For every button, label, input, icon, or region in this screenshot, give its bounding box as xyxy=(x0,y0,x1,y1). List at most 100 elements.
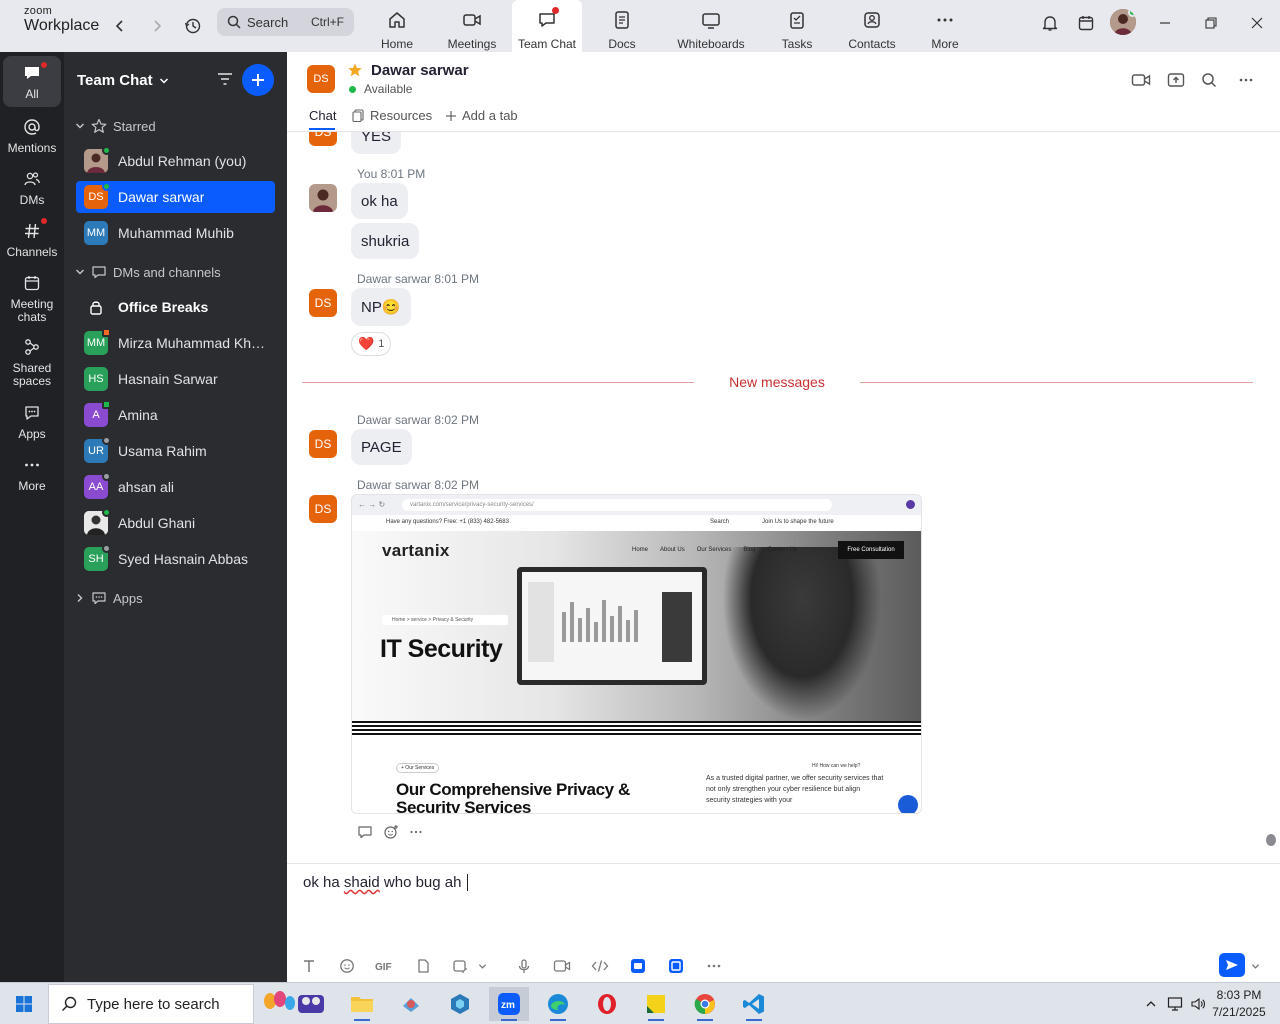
section-dms-and-channels[interactable]: DMs and channels xyxy=(75,264,221,280)
vscode-icon[interactable] xyxy=(734,987,774,1021)
sidebar-item-abdul-rehman[interactable]: Abdul Rehman (you) xyxy=(76,145,275,177)
rail-item-apps[interactable]: Apps xyxy=(0,402,64,441)
search-box[interactable]: Search Ctrl+F xyxy=(217,8,354,36)
sender-avatar[interactable]: DS xyxy=(309,289,337,317)
opera-browser-icon[interactable] xyxy=(587,987,627,1021)
sticky-notes-icon[interactable] xyxy=(636,987,676,1021)
chevron-down-icon[interactable] xyxy=(475,956,489,976)
search-highlight-icon[interactable] xyxy=(258,987,330,1021)
sidebar-item-dawar-sarwar[interactable]: DS Dawar sarwar xyxy=(76,181,275,213)
nav-tab-home[interactable]: Home xyxy=(359,0,435,52)
sidebar-item-amina[interactable]: A Amina xyxy=(76,399,275,431)
gif-icon[interactable]: GIF xyxy=(373,956,397,976)
forward-arrow-icon[interactable] xyxy=(143,12,171,40)
sidebar-item-office-breaks[interactable]: Office Breaks xyxy=(76,291,275,323)
search-icon[interactable] xyxy=(1197,70,1221,90)
file-explorer-icon[interactable] xyxy=(342,987,382,1021)
tab-chat[interactable]: Chat xyxy=(309,108,336,123)
sidebar-title[interactable]: Team Chat xyxy=(77,72,169,89)
back-arrow-icon[interactable] xyxy=(106,12,134,40)
tab-add[interactable]: Add a tab xyxy=(445,108,518,123)
sidebar-item-abdul-ghani[interactable]: Abdul Ghani xyxy=(76,507,275,539)
zoom-app-taskbar-icon[interactable]: zm xyxy=(489,987,529,1021)
new-chat-button[interactable] xyxy=(242,64,274,96)
message-bubble[interactable]: shukria xyxy=(351,223,420,259)
sidebar-item-mirza-muhammad[interactable]: MM Mirza Muhammad Khurram xyxy=(76,327,275,359)
video-message-icon[interactable] xyxy=(552,956,572,976)
sender-avatar[interactable]: DS xyxy=(309,430,337,458)
section-starred[interactable]: Starred xyxy=(75,118,156,134)
message-bubble[interactable]: YES xyxy=(351,132,402,154)
sender-avatar[interactable]: DS xyxy=(309,495,337,523)
more-options-icon[interactable] xyxy=(1234,70,1258,90)
sidebar-item-syed-hasnain-abbas[interactable]: SH Syed Hasnain Abbas xyxy=(76,543,275,575)
send-button[interactable] xyxy=(1219,953,1245,977)
nav-tab-docs[interactable]: Docs xyxy=(584,0,660,52)
chrome-browser-icon[interactable] xyxy=(685,987,725,1021)
rail-item-shared-spaces[interactable]: Shared spaces xyxy=(0,336,64,388)
scrollbar-thumb[interactable] xyxy=(1266,834,1276,846)
zoom-docs-icon[interactable] xyxy=(666,956,686,976)
taskbar-clock[interactable]: 8:03 PM 7/21/2025 xyxy=(1208,987,1270,1021)
sidebar-item-hasnain-sarwar[interactable]: HS Hasnain Sarwar xyxy=(76,363,275,395)
sidebar-item-usama-rahim[interactable]: UR Usama Rahim xyxy=(76,435,275,467)
history-icon[interactable] xyxy=(179,12,207,40)
user-avatar[interactable] xyxy=(1110,9,1136,35)
zoom-app-icon[interactable] xyxy=(628,956,648,976)
microphone-icon[interactable] xyxy=(514,956,534,976)
edge-browser-icon[interactable] xyxy=(538,987,578,1021)
reply-icon[interactable] xyxy=(357,824,373,840)
add-reaction-icon[interactable] xyxy=(383,824,399,840)
nav-tab-more[interactable]: More xyxy=(907,0,983,52)
nav-tab-meetings[interactable]: Meetings xyxy=(434,0,510,52)
screenshot-icon[interactable] xyxy=(450,956,470,976)
rail-item-more[interactable]: More xyxy=(0,454,64,493)
minimize-icon[interactable] xyxy=(1150,10,1180,36)
message-composer[interactable]: ok ha shaid who bug ah GIF xyxy=(287,863,1280,982)
close-icon[interactable] xyxy=(1242,10,1272,36)
reaction-chip[interactable]: ❤️ 1 xyxy=(351,332,392,356)
message-input[interactable]: ok ha shaid who bug ah xyxy=(303,874,468,891)
chevron-up-icon[interactable] xyxy=(1142,995,1160,1013)
app-icon[interactable] xyxy=(391,987,431,1021)
sender-avatar[interactable]: DS xyxy=(309,132,337,146)
rail-item-channels[interactable]: Channels xyxy=(0,218,64,259)
emoji-icon[interactable] xyxy=(337,956,357,976)
sender-avatar[interactable] xyxy=(309,184,337,212)
sidebar-item-muhammad-muhib[interactable]: MM Muhammad Muhib xyxy=(76,217,275,249)
rail-item-meeting-chats[interactable]: Meeting chats xyxy=(0,272,64,324)
filter-icon[interactable] xyxy=(214,68,236,90)
nav-tab-contacts[interactable]: Contacts xyxy=(834,0,910,52)
rail-item-dms[interactable]: DMs xyxy=(0,168,64,207)
section-apps[interactable]: Apps xyxy=(75,590,143,606)
windows-start-icon[interactable] xyxy=(4,987,44,1021)
more-options-icon[interactable] xyxy=(409,825,423,839)
nav-tab-whiteboards[interactable]: Whiteboards xyxy=(668,0,754,52)
video-call-icon[interactable] xyxy=(1129,70,1153,90)
chat-title[interactable]: Dawar sarwar xyxy=(371,62,469,79)
volume-icon[interactable] xyxy=(1189,995,1207,1013)
app-icon[interactable] xyxy=(440,987,480,1021)
nav-tab-team-chat[interactable]: Team Chat xyxy=(512,0,582,52)
taskbar-search[interactable]: Type here to search xyxy=(48,984,254,1024)
restore-icon[interactable] xyxy=(1196,10,1226,36)
message-bubble[interactable]: NP😊 xyxy=(351,288,411,326)
bell-icon[interactable] xyxy=(1035,10,1065,36)
more-options-icon[interactable] xyxy=(704,956,724,976)
calendar-icon[interactable] xyxy=(1071,10,1101,36)
rail-item-mentions[interactable]: Mentions xyxy=(0,116,64,155)
image-attachment[interactable]: ← → ↻ vartanix.com/service/privacy-secur… xyxy=(351,494,922,814)
star-filled-icon[interactable] xyxy=(347,62,363,78)
chat-avatar[interactable]: DS xyxy=(307,65,335,93)
message-bubble[interactable]: PAGE xyxy=(351,429,412,465)
network-icon[interactable] xyxy=(1166,995,1184,1013)
tab-resources[interactable]: Resources xyxy=(352,108,432,123)
file-icon[interactable] xyxy=(413,956,433,976)
code-icon[interactable] xyxy=(590,956,610,976)
sidebar-item-ahsan-ali[interactable]: AA ahsan ali xyxy=(76,471,275,503)
share-screen-icon[interactable] xyxy=(1164,70,1188,90)
nav-tab-tasks[interactable]: Tasks xyxy=(759,0,835,52)
rail-item-all[interactable]: All xyxy=(3,56,61,107)
format-text-icon[interactable] xyxy=(299,956,319,976)
message-list[interactable]: DS YES You 8:01 PM ok ha shukria DS Dawa… xyxy=(287,132,1280,863)
